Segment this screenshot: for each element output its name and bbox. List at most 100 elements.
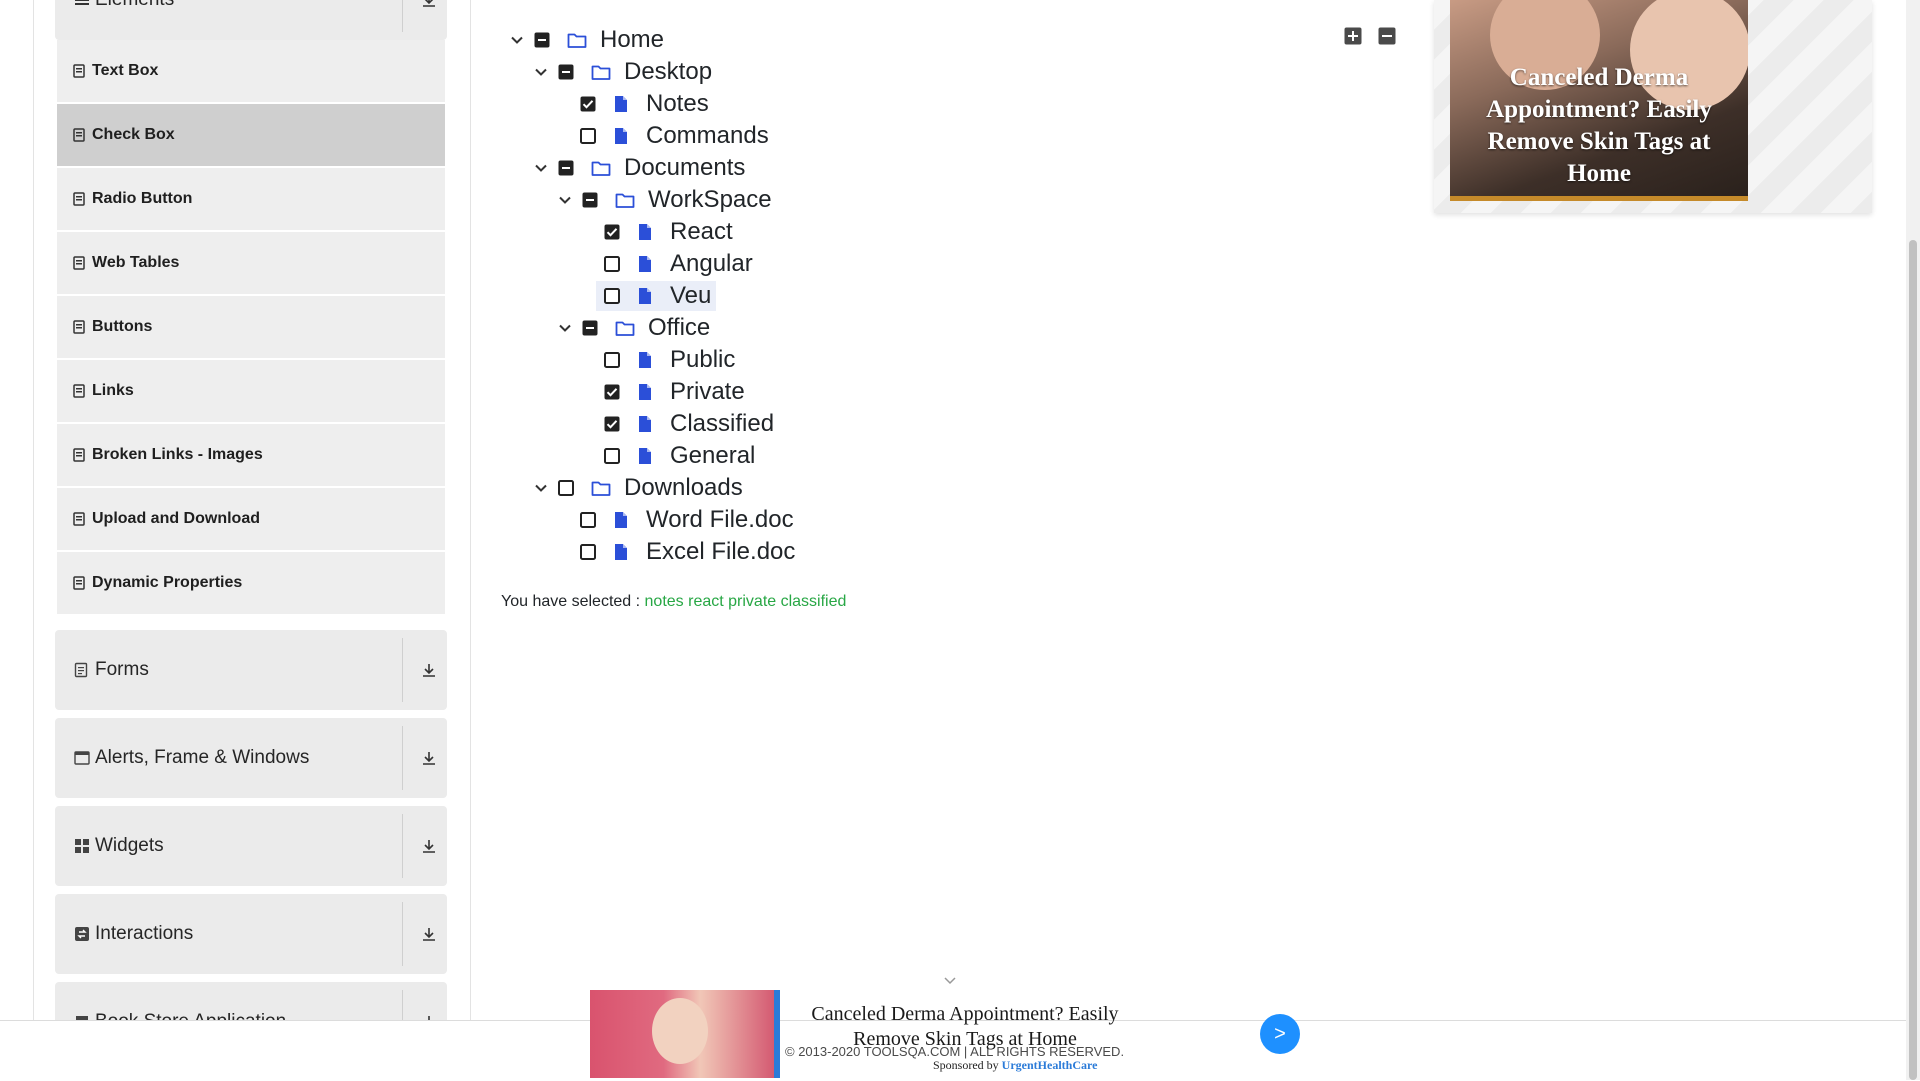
- tree-node-label[interactable]: Excel File.doc: [646, 537, 795, 567]
- tree-node[interactable]: Veu: [596, 281, 717, 311]
- tree-checkbox[interactable]: [558, 64, 574, 80]
- group-header-alerts[interactable]: Alerts, Frame & Windows: [55, 718, 447, 798]
- sidebar-item-broken-links[interactable]: Broken Links - Images: [57, 424, 445, 486]
- sidebar-item-label: Links: [92, 382, 134, 399]
- tree-node[interactable]: Documents: [534, 153, 745, 183]
- download-icon[interactable]: [411, 630, 447, 710]
- group-header-elements[interactable]: Elements: [55, 0, 447, 40]
- tree-node-label[interactable]: Public: [670, 345, 735, 375]
- sidebar-item-text-box[interactable]: Text Box: [57, 40, 445, 102]
- tree-node-label[interactable]: Commands: [646, 121, 769, 151]
- content-divider: [470, 0, 471, 1080]
- tree-node[interactable]: Desktop: [534, 57, 712, 87]
- tree-node-label[interactable]: Documents: [624, 153, 745, 183]
- chevron-down-icon[interactable]: [534, 481, 548, 495]
- tree-node[interactable]: Downloads: [534, 473, 743, 503]
- chevron-down-icon[interactable]: [510, 33, 524, 47]
- tree-node-label[interactable]: Downloads: [624, 473, 743, 503]
- tree-node[interactable]: WorkSpace: [558, 185, 772, 215]
- tree-node[interactable]: Public: [604, 345, 735, 375]
- group-header-interactions[interactable]: Interactions: [55, 894, 447, 974]
- tree-node-label[interactable]: Veu: [670, 281, 711, 311]
- ad-title[interactable]: Canceled Derma Appointment? Easily Remov…: [1450, 62, 1748, 190]
- sidebar-item-web-tables[interactable]: Web Tables: [57, 232, 445, 294]
- download-icon[interactable]: [411, 806, 447, 886]
- tree-node[interactable]: React: [604, 217, 733, 247]
- ad-card[interactable]: Canceled Derma Appointment? Easily Remov…: [1434, 0, 1872, 213]
- sidebar-item-dynamic-properties[interactable]: Dynamic Properties: [57, 552, 445, 614]
- tree-node-label[interactable]: Desktop: [624, 57, 712, 87]
- tree-checkbox[interactable]: [580, 544, 596, 560]
- tree-node[interactable]: General: [604, 441, 755, 471]
- tree-checkbox[interactable]: [604, 416, 620, 432]
- expand-all-button[interactable]: [1344, 27, 1362, 45]
- tree-node-label[interactable]: Word File.doc: [646, 505, 794, 535]
- bottom-ad-image[interactable]: [590, 990, 774, 1078]
- result-values: notes react private classified: [644, 593, 847, 610]
- tree-checkbox[interactable]: [580, 512, 596, 528]
- menu-icon: [74, 0, 90, 40]
- tree-node-label[interactable]: Notes: [646, 89, 709, 119]
- tree-checkbox[interactable]: [558, 160, 574, 176]
- tree-node-label[interactable]: React: [670, 217, 733, 247]
- tree-node-label[interactable]: Home: [600, 25, 664, 55]
- scrollbar-thumb[interactable]: [1909, 240, 1917, 1080]
- tree-checkbox[interactable]: [582, 192, 598, 208]
- group-header-forms[interactable]: Forms: [55, 630, 447, 710]
- tree-node[interactable]: Office: [558, 313, 710, 343]
- tree-checkbox[interactable]: [558, 480, 574, 496]
- bottom-ad-next-button[interactable]: >: [1260, 1014, 1300, 1054]
- item-icon: [73, 128, 85, 142]
- tree-node-label[interactable]: General: [670, 441, 755, 471]
- bottom-ad-title[interactable]: Canceled Derma Appointment? Easily Remov…: [800, 1002, 1130, 1052]
- sidebar-item-label: Buttons: [92, 318, 153, 335]
- ad-image[interactable]: Canceled Derma Appointment? Easily Remov…: [1450, 0, 1748, 201]
- tree-node[interactable]: Classified: [604, 409, 774, 439]
- tree-checkbox[interactable]: [580, 128, 596, 144]
- tree-checkbox[interactable]: [604, 224, 620, 240]
- sidebar-item-label: Text Box: [92, 62, 159, 79]
- tree-checkbox[interactable]: [604, 288, 620, 304]
- download-icon[interactable]: [411, 718, 447, 798]
- tree-node[interactable]: Notes: [580, 89, 709, 119]
- tree-node[interactable]: Home: [510, 25, 664, 55]
- tree-node-label[interactable]: WorkSpace: [648, 185, 772, 215]
- file-icon: [637, 287, 657, 305]
- tree-node[interactable]: Private: [604, 377, 745, 407]
- chevron-down-icon[interactable]: [534, 161, 548, 175]
- tree-node[interactable]: Angular: [604, 249, 753, 279]
- file-icon: [637, 255, 657, 273]
- group-header-widgets[interactable]: Widgets: [55, 806, 447, 886]
- chevron-down-icon[interactable]: [558, 321, 572, 335]
- tree-checkbox[interactable]: [582, 320, 598, 336]
- tree-node[interactable]: Commands: [580, 121, 769, 151]
- collapse-all-button[interactable]: [1378, 27, 1396, 45]
- result-prefix: You have selected :: [501, 593, 641, 610]
- download-icon[interactable]: [411, 894, 447, 974]
- tree-checkbox[interactable]: [604, 256, 620, 272]
- tree-checkbox[interactable]: [534, 32, 550, 48]
- folder-icon: [591, 479, 611, 497]
- sidebar-item-links[interactable]: Links: [57, 360, 445, 422]
- sidebar-item-buttons[interactable]: Buttons: [57, 296, 445, 358]
- tree-node[interactable]: Word File.doc: [580, 505, 794, 535]
- tree-checkbox[interactable]: [604, 384, 620, 400]
- tree-checkbox[interactable]: [604, 448, 620, 464]
- sidebar-item-radio-button[interactable]: Radio Button: [57, 168, 445, 230]
- bottom-ad-banner[interactable]: Canceled Derma Appointment? Easily Remov…: [590, 990, 1300, 1078]
- tree-node-label[interactable]: Classified: [670, 409, 774, 439]
- chevron-down-icon[interactable]: [558, 193, 572, 207]
- group-separator: [402, 726, 403, 790]
- sponsor-name[interactable]: UrgentHealthCare: [1002, 1058, 1098, 1072]
- tree-checkbox[interactable]: [604, 352, 620, 368]
- sidebar-item-upload-download[interactable]: Upload and Download: [57, 488, 445, 550]
- download-icon[interactable]: [411, 0, 447, 40]
- tree-node-label[interactable]: Office: [648, 313, 710, 343]
- sidebar-item-check-box[interactable]: Check Box: [57, 104, 445, 166]
- chevron-down-icon[interactable]: [534, 65, 548, 79]
- tree-checkbox[interactable]: [580, 96, 596, 112]
- tree-node[interactable]: Excel File.doc: [580, 537, 795, 567]
- tree-node-label[interactable]: Private: [670, 377, 745, 407]
- chevron-down-icon[interactable]: [942, 972, 958, 988]
- tree-node-label[interactable]: Angular: [670, 249, 753, 279]
